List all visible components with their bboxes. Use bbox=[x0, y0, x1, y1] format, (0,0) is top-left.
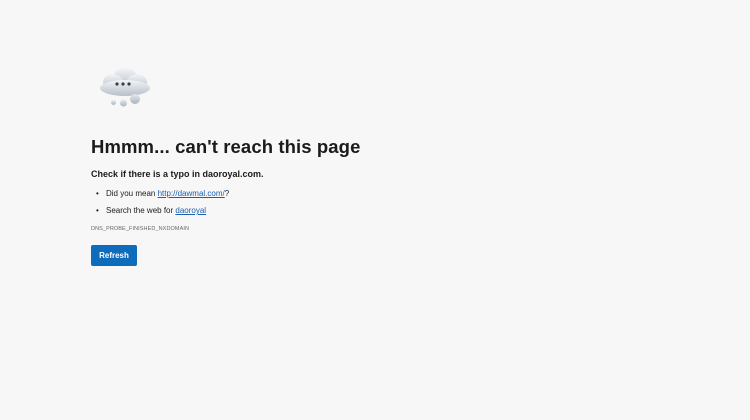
suggestion-text: Search the web for bbox=[106, 206, 176, 215]
bullet-icon: • bbox=[96, 189, 99, 198]
suggested-url-link[interactable]: http://dawmal.com/ bbox=[158, 189, 225, 198]
list-item: • Did you mean http://dawmal.com/? bbox=[91, 187, 229, 204]
page-title: Hmmm... can't reach this page bbox=[91, 136, 361, 157]
suggestion-text: Did you mean bbox=[106, 189, 158, 198]
error-code: DNS_PROBE_FINISHED_NXDOMAIN bbox=[91, 226, 190, 232]
list-item: • Search the web for daoroyal bbox=[91, 204, 229, 221]
bullet-icon: • bbox=[96, 206, 99, 215]
typo-hint: Check if there is a typo in daoroyal.com… bbox=[91, 169, 264, 179]
suggestion-list: • Did you mean http://dawmal.com/? • Searc… bbox=[91, 187, 229, 221]
refresh-button[interactable]: Refresh bbox=[91, 245, 137, 266]
suggestion-suffix: ? bbox=[224, 189, 230, 198]
error-page: Hmmm... can't reach this page Check if t… bbox=[0, 0, 750, 420]
thinking-cloud-icon bbox=[94, 62, 156, 112]
search-web-link[interactable]: daoroyal bbox=[175, 206, 206, 215]
